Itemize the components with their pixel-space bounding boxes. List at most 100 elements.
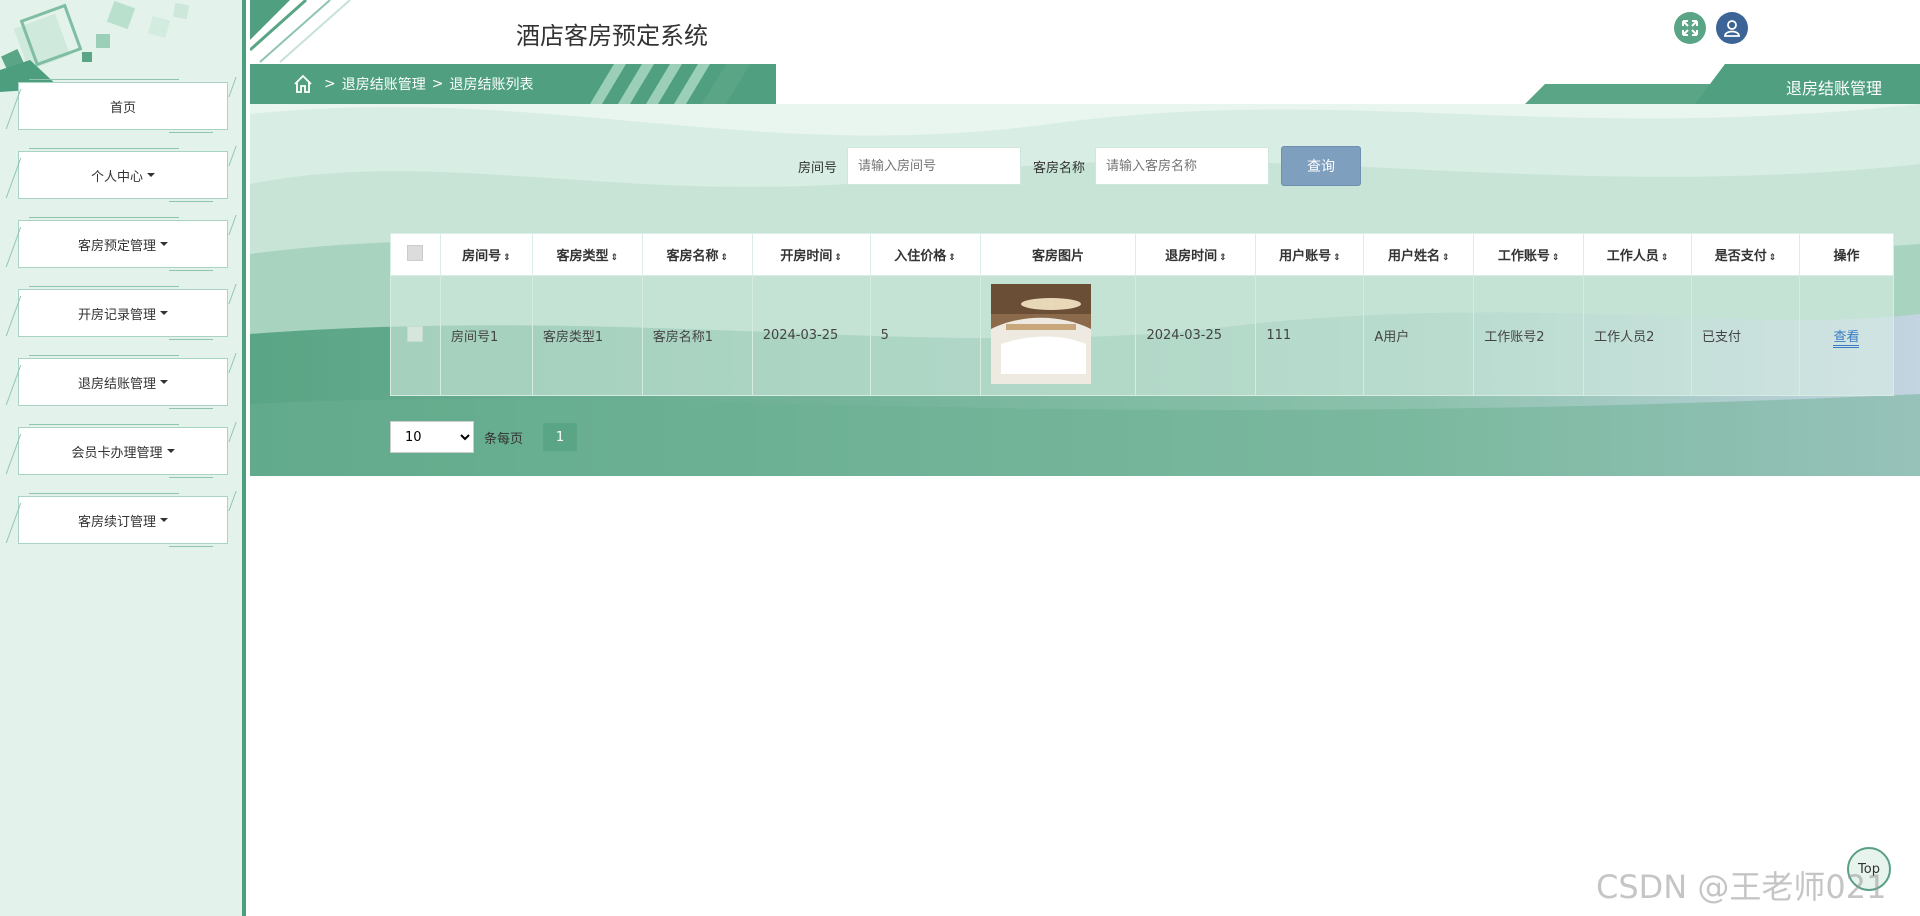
caret-down-icon (166, 449, 175, 453)
select-all-checkbox[interactable] (407, 244, 424, 261)
sidebar-item-label: 会员卡办理管理 (71, 445, 163, 461)
col-label: 工作人员 (1606, 249, 1659, 264)
col-label: 房间号 (462, 249, 502, 264)
room-name-label: 客房名称 (1033, 160, 1086, 176)
cell-staff-name: 工作人员2 (1583, 275, 1693, 396)
cell-room-name: 客房名称1 (641, 275, 753, 396)
header: 酒店客房预定系统 (250, 0, 1920, 64)
menu-deco-line (29, 79, 179, 80)
sort-icon: ⇕ (610, 253, 619, 263)
room-name-input[interactable] (1095, 147, 1270, 185)
table-row: 房间号1 客房类型1 客房名称1 2024-03-25 5 2024-03-25… (390, 275, 1895, 396)
menu-deco-line (29, 424, 179, 425)
sidebar-item-checkout[interactable]: 退房结账管理 (18, 355, 228, 409)
col-label: 是否支付 (1714, 249, 1767, 264)
select-all-cell (390, 233, 441, 276)
menu-deco-line (169, 477, 213, 478)
page-size-select[interactable]: 10 (390, 421, 474, 453)
sort-icon: ⇕ (1333, 253, 1341, 263)
sort-icon: ⇕ (1768, 253, 1777, 263)
col-price[interactable]: 入住价格 ⇕ (869, 233, 981, 276)
col-label: 工作账号 (1497, 249, 1550, 264)
row-checkbox[interactable] (407, 325, 424, 342)
sidebar-item-checkin-records[interactable]: 开房记录管理 (18, 286, 228, 340)
col-staff-name[interactable]: 工作人员 ⇕ (1583, 233, 1693, 276)
menu-deco-line (169, 546, 213, 547)
sort-icon: ⇕ (1442, 253, 1450, 263)
col-room-name[interactable]: 客房名称 ⇕ (641, 233, 753, 276)
menu-deco-line (29, 148, 179, 149)
cell-checkin-time: 2024-03-25 (751, 275, 871, 396)
cell-staff-account: 工作账号2 (1473, 275, 1585, 396)
col-checkin-time[interactable]: 开房时间 ⇕ (751, 233, 871, 276)
breadcrumb-level1[interactable]: 退房结账管理 (342, 74, 426, 94)
col-checkout-time[interactable]: 退房时间 ⇕ (1135, 233, 1257, 276)
sidebar-item-membership[interactable]: 会员卡办理管理 (18, 424, 228, 478)
sidebar-item-personal-center[interactable]: 个人中心 (18, 148, 228, 202)
sidebar-item-label: 客房预定管理 (77, 238, 156, 254)
menu-deco-line (29, 217, 179, 218)
col-label: 客房类型 (556, 249, 609, 264)
sidebar-item-label: 个人中心 (90, 169, 143, 185)
expand-icon (1682, 20, 1698, 36)
watermark: CSDN @王老师021 (1596, 868, 1887, 906)
col-room-image: 客房图片 (979, 233, 1137, 276)
col-paid[interactable]: 是否支付 ⇕ (1691, 233, 1800, 276)
col-user-name[interactable]: 用户姓名 ⇕ (1363, 233, 1475, 276)
sort-icon: ⇕ (1551, 253, 1560, 263)
sidebar-item-room-booking[interactable]: 客房预定管理 (18, 217, 228, 271)
col-user-account[interactable]: 用户账号 ⇕ (1255, 233, 1365, 276)
room-image[interactable] (990, 283, 1091, 384)
sort-icon: ⇕ (503, 253, 511, 263)
per-page-label: 条每页 (484, 431, 524, 447)
caret-down-icon (147, 173, 155, 177)
room-no-input[interactable] (847, 147, 1022, 185)
app-title: 酒店客房预定系统 (516, 22, 708, 50)
col-label: 客房图片 (1031, 249, 1084, 264)
col-room-no[interactable]: 房间号 ⇕ (439, 233, 533, 276)
breadcrumb-stripes (590, 64, 750, 104)
cell-paid: 已支付 (1691, 275, 1800, 396)
sidebar-item-label: 首页 (109, 100, 136, 116)
col-label: 用户姓名 (1387, 249, 1440, 264)
view-link[interactable]: 查看 (1833, 330, 1860, 348)
menu-deco-line (29, 355, 179, 356)
sort-icon: ⇕ (834, 253, 842, 263)
user-icon (1724, 20, 1740, 37)
col-label: 开房时间 (780, 249, 833, 264)
user-menu-button[interactable] (1716, 12, 1748, 44)
cell-price: 5 (869, 275, 981, 396)
cell-user-name: A用户 (1363, 275, 1475, 396)
breadcrumb-separator: > (431, 76, 444, 92)
sidebar-item-renewal[interactable]: 客房续订管理 (18, 493, 228, 547)
table-header-row: 房间号 ⇕ 客房类型 ⇕ 客房名称 ⇕ 开房时间 ⇕ 入住价格 ⇕ 客房图片 退房时间 ⇕ … (390, 233, 1895, 276)
menu-deco-line (29, 286, 179, 287)
cell-room-type: 客房类型1 (531, 275, 643, 396)
current-module-label: 退房结账管理 (1785, 79, 1882, 98)
query-button[interactable]: 查询 (1281, 146, 1362, 186)
menu-deco-line (169, 408, 213, 409)
checkout-table: 房间号 ⇕ 客房类型 ⇕ 客房名称 ⇕ 开房时间 ⇕ 入住价格 ⇕ 客房图片 退房时间 ⇕ … (390, 233, 1895, 396)
sort-icon: ⇕ (1219, 253, 1227, 263)
col-staff-account[interactable]: 工作账号 ⇕ (1473, 233, 1585, 276)
current-module-tab: 退房结账管理 (1525, 64, 1920, 104)
sidebar: 首页 个人中心 客房预定管理 开房记录管理 退房结账管理 会员卡办理管理 客房续… (0, 0, 246, 916)
sidebar-item-home[interactable]: 首页 (18, 79, 228, 133)
header-decoration (250, 0, 351, 63)
breadcrumb-separator: > (324, 76, 336, 92)
col-action: 操作 (1798, 233, 1895, 276)
cell-checkout-time: 2024-03-25 (1135, 275, 1257, 396)
sort-icon: ⇕ (1660, 253, 1669, 263)
cell-user-account: 111 (1255, 275, 1365, 396)
col-room-type[interactable]: 客房类型 ⇕ (531, 233, 643, 276)
sidebar-item-label: 开房记录管理 (77, 307, 156, 323)
fullscreen-button[interactable] (1674, 12, 1706, 44)
caret-down-icon (160, 518, 168, 522)
home-icon[interactable] (292, 73, 314, 95)
menu-deco-line (169, 132, 213, 133)
breadcrumb: > 退房结账管理 > 退房结账列表 (250, 64, 776, 104)
page-number-button[interactable]: 1 (543, 423, 578, 451)
caret-down-icon (160, 242, 168, 246)
breadcrumb-level2: 退房结账列表 (449, 77, 534, 93)
cell-room-no: 房间号1 (439, 275, 533, 396)
